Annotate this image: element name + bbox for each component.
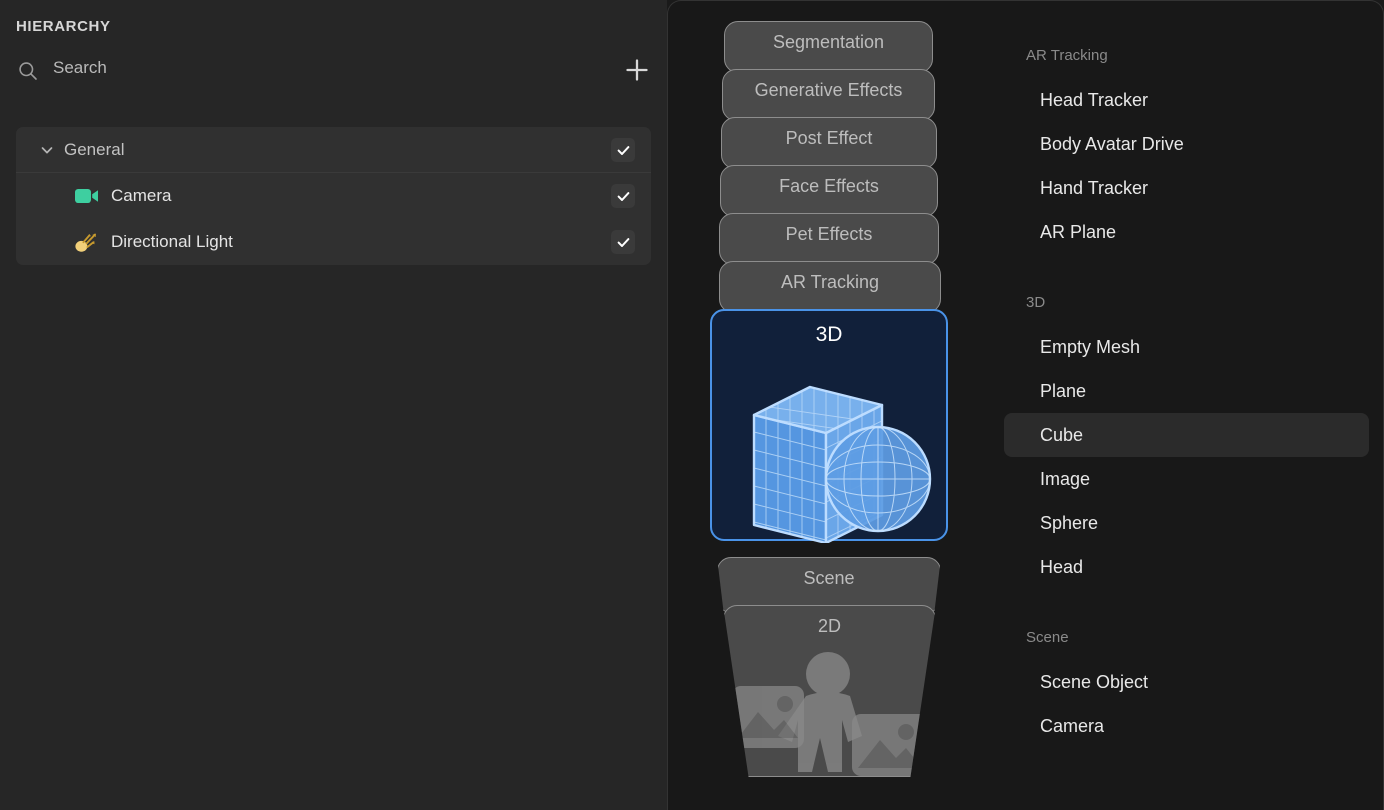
card-label: Generative Effects [754, 80, 903, 100]
card-label: 2D [817, 616, 841, 636]
tree-item-camera[interactable]: Camera [16, 173, 651, 219]
hierarchy-panel: HIERARCHY Search General Camera Directio… [0, 0, 667, 810]
category-card-face-effects[interactable]: Face Effects [720, 165, 938, 217]
search-row: Search [16, 58, 651, 86]
library-item-sphere[interactable]: Sphere [1004, 501, 1369, 545]
card-label: Face Effects [779, 176, 879, 196]
library-item-body-avatar-drive[interactable]: Body Avatar Drive [1004, 122, 1369, 166]
card-label: Pet Effects [785, 224, 873, 244]
hierarchy-tree: General Camera Directional Light [16, 127, 651, 265]
object-library-panel: AR Tracking Head Tracker Body Avatar Dri… [990, 0, 1384, 810]
library-item-cube[interactable]: Cube [1004, 413, 1369, 457]
tree-group-label: General [64, 139, 125, 159]
category-card-pet-effects[interactable]: Pet Effects [719, 213, 939, 265]
check-icon [617, 237, 629, 247]
directional-light-icon [74, 230, 100, 254]
category-card-stack: Segmentation Generative Effects Post Eff… [668, 1, 990, 810]
library-section-header-ar-tracking: AR Tracking [1026, 47, 1108, 64]
category-card-post-effect[interactable]: Post Effect [721, 117, 937, 169]
library-section-header-3d: 3D [1026, 294, 1046, 311]
camera-icon [74, 184, 100, 208]
card-label: Scene [803, 568, 855, 588]
plus-icon [626, 59, 648, 81]
category-stack-panel: Segmentation Generative Effects Post Eff… [667, 0, 990, 810]
object-library-list: AR Tracking Head Tracker Body Avatar Dri… [990, 1, 1383, 748]
category-card-generative-effects[interactable]: Generative Effects [722, 69, 935, 121]
app-root: HIERARCHY Search General Camera Directio… [0, 0, 1384, 810]
tree-item-directional-light[interactable]: Directional Light [16, 219, 651, 265]
visibility-toggle-camera[interactable] [611, 184, 635, 208]
add-object-button[interactable] [623, 56, 651, 84]
search-input[interactable]: Search [53, 58, 107, 78]
page-title: HIERARCHY [16, 18, 111, 35]
card-label: Segmentation [772, 32, 885, 52]
library-item-head[interactable]: Head [1004, 545, 1369, 589]
visibility-toggle-general[interactable] [611, 138, 635, 162]
library-item-hand-tracker[interactable]: Hand Tracker [1004, 166, 1369, 210]
search-icon [18, 61, 38, 81]
card-label: AR Tracking [780, 272, 880, 292]
library-item-empty-mesh[interactable]: Empty Mesh [1004, 325, 1369, 369]
library-item-ar-plane[interactable]: AR Plane [1004, 210, 1369, 254]
library-item-camera[interactable]: Camera [1004, 704, 1369, 748]
library-item-image[interactable]: Image [1004, 457, 1369, 501]
card-label: Post Effect [785, 128, 873, 148]
chevron-down-icon[interactable] [40, 143, 54, 157]
person-images-icon [724, 646, 935, 776]
category-card-segmentation[interactable]: Segmentation [724, 21, 933, 73]
check-icon [617, 191, 629, 201]
library-item-head-tracker[interactable]: Head Tracker [1004, 78, 1369, 122]
library-item-plane[interactable]: Plane [1004, 369, 1369, 413]
tree-item-label: Camera [111, 186, 172, 205]
visibility-toggle-directional-light[interactable] [611, 230, 635, 254]
category-card-ar-tracking[interactable]: AR Tracking [719, 261, 941, 313]
tree-item-label: Directional Light [111, 232, 233, 251]
check-icon [617, 145, 629, 155]
category-card-3d[interactable]: 3D [710, 309, 948, 545]
cube-sphere-wireframe-icon [712, 355, 946, 545]
category-card-2d[interactable]: 2D [723, 605, 936, 777]
library-item-scene-object[interactable]: Scene Object [1004, 660, 1369, 704]
library-section-header-scene: Scene [1026, 629, 1069, 646]
tree-group-general[interactable]: General [16, 127, 651, 173]
category-card-scene[interactable]: Scene [717, 557, 941, 613]
card-label: 3D [815, 323, 843, 346]
